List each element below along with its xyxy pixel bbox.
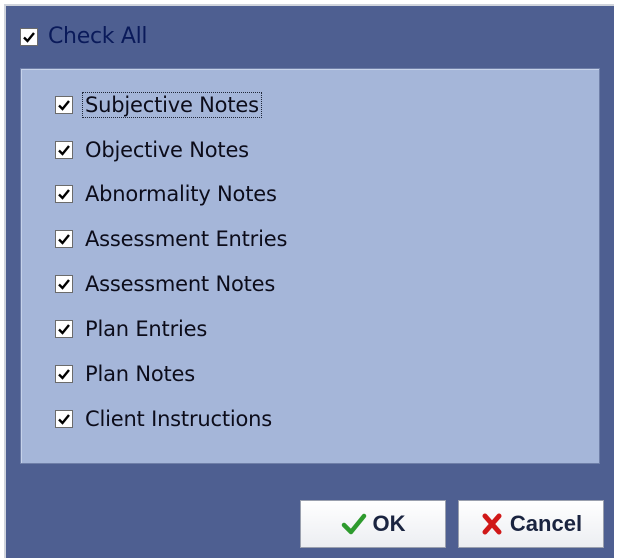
checkmark-icon <box>58 100 70 111</box>
option-label: Plan Notes <box>85 362 196 386</box>
option-objective-notes[interactable]: Objective Notes <box>55 138 251 162</box>
option-plan-entries[interactable]: Plan Entries <box>55 317 209 341</box>
green-checkmark-icon <box>341 512 367 536</box>
checkmark-icon <box>58 145 70 156</box>
checkbox[interactable] <box>55 410 73 428</box>
checkmark-icon <box>58 234 70 245</box>
option-label: Plan Entries <box>85 317 208 341</box>
checkmark-icon <box>58 324 70 335</box>
option-assessment-entries[interactable]: Assessment Entries <box>55 227 289 251</box>
checkbox[interactable] <box>55 320 73 338</box>
option-label: Subjective Notes <box>82 92 262 118</box>
ok-button[interactable]: OK <box>300 500 446 548</box>
cancel-button-label: Cancel <box>509 511 583 536</box>
option-label: Assessment Notes <box>85 272 276 296</box>
checkbox[interactable] <box>55 96 73 114</box>
red-x-icon <box>480 512 504 536</box>
checkbox[interactable] <box>55 141 73 159</box>
option-plan-notes[interactable]: Plan Notes <box>55 362 197 386</box>
option-abnormality-notes[interactable]: Abnormality Notes <box>55 182 279 206</box>
check-all-label: Check All <box>48 24 148 49</box>
checkmark-icon <box>58 369 70 380</box>
option-assessment-notes[interactable]: Assessment Notes <box>55 272 277 296</box>
ok-button-label: OK <box>372 511 406 536</box>
option-client-instructions[interactable]: Client Instructions <box>55 407 274 431</box>
option-label: Assessment Entries <box>85 227 288 251</box>
checkbox[interactable] <box>55 185 73 203</box>
checkbox[interactable] <box>55 230 73 248</box>
check-all-checkbox[interactable]: Check All <box>20 24 148 49</box>
checkbox[interactable] <box>55 365 73 383</box>
option-label: Abnormality Notes <box>85 182 277 206</box>
option-label: Client Instructions <box>85 407 273 431</box>
option-label: Objective Notes <box>85 138 249 162</box>
checkmark-icon <box>58 414 70 425</box>
checkmark-icon <box>58 279 70 290</box>
cancel-button[interactable]: Cancel <box>458 500 604 548</box>
note-options-panel: Subjective Notes Objective Notes Abnorma… <box>20 68 600 464</box>
option-subjective-notes[interactable]: Subjective Notes <box>55 92 262 118</box>
check-all-checkbox-box[interactable] <box>20 27 38 46</box>
checkmark-icon <box>23 31 35 43</box>
export-options-dialog: Check All Subjective Notes Objective Not… <box>4 4 614 558</box>
checkmark-icon <box>58 189 70 200</box>
checkbox[interactable] <box>55 275 73 293</box>
